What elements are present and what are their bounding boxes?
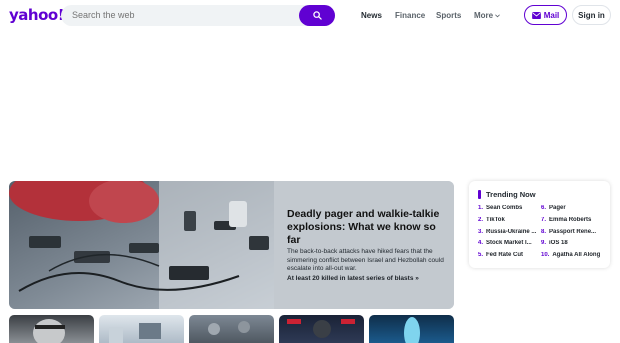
trending-item[interactable]: 1. Sean Combs: [478, 205, 538, 211]
story-thumbnail-image: [109, 323, 161, 343]
signin-button[interactable]: Sign in: [572, 5, 611, 25]
trending-number: 7.: [541, 217, 547, 223]
trending-item[interactable]: 6. Pager: [541, 205, 605, 211]
hero-story[interactable]: Deadly pager and walkie-talkie explosion…: [9, 181, 454, 309]
hero-headline[interactable]: Deadly pager and walkie-talkie explosion…: [287, 208, 447, 247]
trending-item[interactable]: 5. Fed Rate Cut: [478, 252, 538, 258]
search-bar: [61, 5, 335, 26]
hero-description: The back-to-back attacks have hiked fear…: [287, 248, 444, 272]
trending-number: 4.: [478, 240, 484, 246]
trending-number: 2.: [478, 217, 484, 223]
nav-sports[interactable]: Sports: [436, 11, 461, 20]
trending-label: Emma Roberts: [549, 217, 592, 223]
trending-label: Passport Rene...: [549, 229, 597, 235]
nav-news[interactable]: News: [361, 11, 382, 20]
nav-finance[interactable]: Finance: [395, 11, 425, 20]
trending-item[interactable]: 9. iOS 18: [541, 240, 605, 246]
trending-accent-bar: [478, 190, 481, 199]
nav-more-label: More: [474, 11, 494, 20]
trending-label: Agatha All Along: [552, 252, 601, 258]
trending-title: Trending Now: [486, 190, 536, 199]
story-thumbnail[interactable]: [99, 315, 184, 343]
mail-icon: [531, 11, 541, 19]
trending-number: 5.: [478, 252, 484, 258]
search-input[interactable]: [72, 10, 292, 20]
trending-item[interactable]: 8. Passport Rene...: [541, 229, 605, 235]
top-header: yahoo! News Finance Sports More Mail Sig…: [0, 0, 620, 31]
story-thumbnail-image: [33, 319, 65, 343]
mail-button[interactable]: Mail: [524, 5, 567, 25]
story-thumbnail-image: [287, 319, 355, 338]
search-button[interactable]: [299, 5, 335, 26]
trending-number: 6.: [541, 205, 547, 211]
trending-label: Fed Rate Cut: [486, 252, 524, 258]
trending-number: 8.: [541, 229, 547, 235]
story-thumbnail[interactable]: [279, 315, 364, 343]
story-thumbnail[interactable]: [189, 315, 274, 343]
nav-more[interactable]: More: [474, 11, 501, 20]
hero-text-panel: Deadly pager and walkie-talkie explosion…: [274, 181, 454, 309]
story-thumbnail[interactable]: [369, 315, 454, 343]
trending-number: 10.: [541, 252, 550, 258]
hero-image: [9, 181, 274, 309]
chevron-down-icon: [495, 13, 501, 17]
trending-label: TikTok: [486, 217, 505, 223]
trending-label: Stock Market I...: [486, 240, 532, 246]
trending-label: Pager: [549, 205, 566, 211]
hero-related-link[interactable]: At least 20 killed in latest series of b…: [287, 275, 419, 282]
search-icon: [312, 11, 322, 20]
trending-item[interactable]: 3. Russia-Ukraine ...: [478, 229, 538, 235]
trending-number: 9.: [541, 240, 547, 246]
trending-now-panel: Trending Now 1. Sean Combs 2. TikTok 3. Rus…: [469, 181, 610, 268]
trending-item[interactable]: 7. Emma Roberts: [541, 217, 605, 223]
story-thumbnail-image: [208, 321, 250, 335]
story-thumbnail[interactable]: [9, 315, 94, 343]
trending-number: 1.: [478, 205, 484, 211]
trending-label: iOS 18: [549, 240, 568, 246]
trending-header: Trending Now: [478, 190, 536, 199]
trending-item[interactable]: 4. Stock Market I...: [478, 240, 538, 246]
trending-label: Sean Combs: [486, 205, 523, 211]
story-thumbnail-image: [404, 317, 420, 343]
trending-item[interactable]: 10. Agatha All Along: [541, 252, 607, 258]
trending-number: 3.: [478, 229, 484, 235]
trending-item[interactable]: 2. TikTok: [478, 217, 538, 223]
trending-label: Russia-Ukraine ...: [486, 229, 537, 235]
mail-label: Mail: [543, 10, 560, 20]
yahoo-logo[interactable]: yahoo!: [9, 6, 65, 24]
